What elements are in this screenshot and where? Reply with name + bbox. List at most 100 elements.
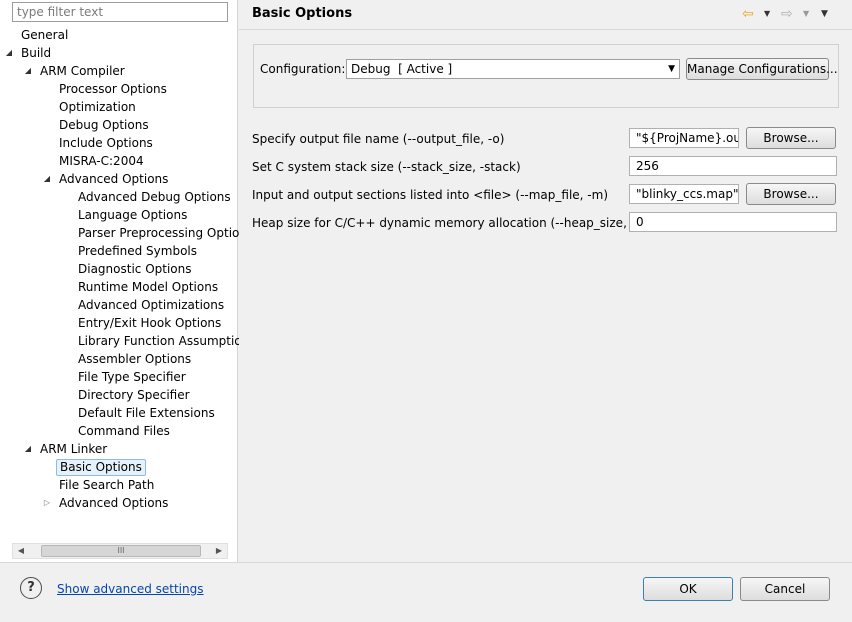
scroll-right-icon[interactable]: ▶ [211, 544, 227, 558]
tree-item-label: ARM Compiler [40, 64, 125, 78]
tree-item-label: Build [21, 46, 52, 60]
output-file-label: Specify output file name (--output_file,… [252, 132, 505, 146]
scrollbar-thumb[interactable]: III [41, 545, 201, 557]
browse-label: Browse... [763, 187, 819, 201]
tree-item-label: Entry/Exit Hook Options [78, 316, 222, 330]
tree-item-label: Optimization [59, 100, 136, 114]
tree-item-arm-compiler[interactable]: ◢ ARM Compiler [25, 62, 128, 80]
tree-item-label: File Type Specifier [78, 370, 186, 384]
tree-item-directory-specifier[interactable]: Directory Specifier [75, 386, 193, 404]
tree-item-label: Language Options [78, 208, 188, 222]
stack-size-label: Set C system stack size (--stack_size, -… [252, 160, 521, 174]
tree-item-label: Advanced Options [59, 496, 169, 510]
tree-item-build[interactable]: ◢ Build [6, 44, 54, 62]
forward-dropdown-icon[interactable]: ▼ [803, 6, 809, 22]
tree-item-include-options[interactable]: Include Options [56, 134, 156, 152]
tree-item-general[interactable]: General [18, 26, 71, 44]
configuration-group: Configuration: Debug [ Active ] ▼ Manage… [253, 44, 839, 108]
tree-item-label: General [21, 28, 69, 42]
tree-item-label: Default File Extensions [78, 406, 215, 420]
tree-item-advanced-optimizations[interactable]: Advanced Optimizations [75, 296, 227, 314]
tree-item-label: Predefined Symbols [78, 244, 198, 258]
ok-button[interactable]: OK [643, 577, 733, 601]
chevron-down-icon: ▼ [668, 64, 675, 74]
tree-item-label: Include Options [59, 136, 153, 150]
tree-item-label: Library Function Assumptior [78, 334, 247, 348]
tree-item-label: Processor Options [59, 82, 167, 96]
expand-icon[interactable]: ▷ [42, 494, 52, 512]
forward-arrow-icon[interactable]: ⇨ [781, 6, 793, 22]
tree-item-assembler-options[interactable]: Assembler Options [75, 350, 194, 368]
collapse-icon[interactable]: ◢ [42, 170, 52, 188]
tree-item-diagnostic-options[interactable]: Diagnostic Options [75, 260, 195, 278]
tree-item-processor-options[interactable]: Processor Options [56, 80, 170, 98]
tree-item-file-type-specifier[interactable]: File Type Specifier [75, 368, 189, 386]
ok-label: OK [679, 582, 697, 596]
tree-item-label: Advanced Optimizations [78, 298, 225, 312]
output-file-input[interactable]: "${ProjName}.out" [629, 128, 739, 148]
tree-item-linker-advanced-options[interactable]: ▷ Advanced Options [44, 494, 171, 512]
tree-item-label: MISRA-C:2004 [59, 154, 144, 168]
heap-size-value: 0 [636, 215, 644, 229]
tree-item-label: Advanced Options [59, 172, 169, 186]
page-header: Basic Options ⇦ ▼ ⇨ ▼ ▼ [239, 0, 852, 30]
filter-input[interactable] [12, 2, 228, 22]
manage-configurations-label: Manage Configurations... [687, 62, 838, 76]
tree-item-library-function[interactable]: Library Function Assumptior [75, 332, 250, 350]
browse-map-file-button[interactable]: Browse... [746, 183, 836, 205]
back-dropdown-icon[interactable]: ▼ [764, 6, 770, 22]
options-pane: Basic Options ⇦ ▼ ⇨ ▼ ▼ Configuration: D… [239, 0, 852, 562]
view-menu-icon[interactable]: ▼ [821, 6, 828, 22]
collapse-icon[interactable]: ◢ [23, 440, 33, 458]
tree-item-parser-preprocessing[interactable]: Parser Preprocessing Option [75, 224, 250, 242]
tree-item-advanced-debug-options[interactable]: Advanced Debug Options [75, 188, 234, 206]
help-icon[interactable]: ? [20, 577, 42, 599]
tree-item-optimization[interactable]: Optimization [56, 98, 139, 116]
scroll-left-icon[interactable]: ◀ [13, 544, 29, 558]
browse-label: Browse... [763, 131, 819, 145]
tree-item-default-file-extensions[interactable]: Default File Extensions [75, 404, 218, 422]
tree-item-misra[interactable]: MISRA-C:2004 [56, 152, 147, 170]
cancel-button[interactable]: Cancel [740, 577, 830, 601]
output-file-value: "${ProjName}.out" [636, 131, 738, 145]
dialog-footer: ? Show advanced settings OK Cancel [0, 562, 852, 622]
tree-item-basic-options[interactable]: Basic Options [56, 458, 146, 476]
tree-item-label: Assembler Options [78, 352, 192, 366]
tree-item-label: ARM Linker [40, 442, 108, 456]
tree-item-label: Runtime Model Options [78, 280, 219, 294]
tree-item-label: Advanced Debug Options [78, 190, 231, 204]
back-arrow-icon[interactable]: ⇦ [742, 6, 754, 22]
map-file-input[interactable]: "blinky_ccs.map" [629, 184, 739, 204]
configuration-label: Configuration: [260, 62, 346, 76]
tree-item-label: Basic Options [56, 459, 146, 476]
show-advanced-settings-link[interactable]: Show advanced settings [57, 582, 204, 596]
tree-item-label: Directory Specifier [78, 388, 190, 402]
heap-size-input[interactable]: 0 [629, 212, 837, 232]
heap-size-label: Heap size for C/C++ dynamic memory alloc… [252, 216, 670, 230]
configuration-value: Debug [ Active ] [351, 62, 453, 76]
tree-item-predefined-symbols[interactable]: Predefined Symbols [75, 242, 200, 260]
collapse-icon[interactable]: ◢ [4, 44, 14, 62]
map-file-value: "blinky_ccs.map" [636, 187, 739, 201]
cancel-label: Cancel [764, 582, 806, 596]
collapse-icon[interactable]: ◢ [23, 62, 33, 80]
stack-size-input[interactable]: 256 [629, 156, 837, 176]
tree-item-label: Parser Preprocessing Option [78, 226, 247, 240]
map-file-label: Input and output sections listed into <f… [252, 188, 609, 202]
stack-size-value: 256 [636, 159, 659, 173]
tree-item-advanced-options[interactable]: ◢ Advanced Options [44, 170, 171, 188]
tree-item-command-files[interactable]: Command Files [75, 422, 173, 440]
tree-item-language-options[interactable]: Language Options [75, 206, 190, 224]
tree-item-arm-linker[interactable]: ◢ ARM Linker [25, 440, 110, 458]
tree-item-runtime-model-options[interactable]: Runtime Model Options [75, 278, 221, 296]
manage-configurations-button[interactable]: Manage Configurations... [686, 58, 838, 80]
browse-output-file-button[interactable]: Browse... [746, 127, 836, 149]
tree-item-file-search-path[interactable]: File Search Path [56, 476, 157, 494]
navigation-pane: General ◢ Build ◢ ARM Compiler Processor… [0, 0, 247, 562]
tree-item-label: Diagnostic Options [78, 262, 192, 276]
configuration-select[interactable]: Debug [ Active ] ▼ [346, 59, 680, 79]
horizontal-scrollbar[interactable]: ◀ III ▶ [12, 543, 228, 559]
scrollbar-grip: III [117, 546, 125, 555]
tree-item-entry-exit-hook[interactable]: Entry/Exit Hook Options [75, 314, 224, 332]
tree-item-debug-options[interactable]: Debug Options [56, 116, 152, 134]
